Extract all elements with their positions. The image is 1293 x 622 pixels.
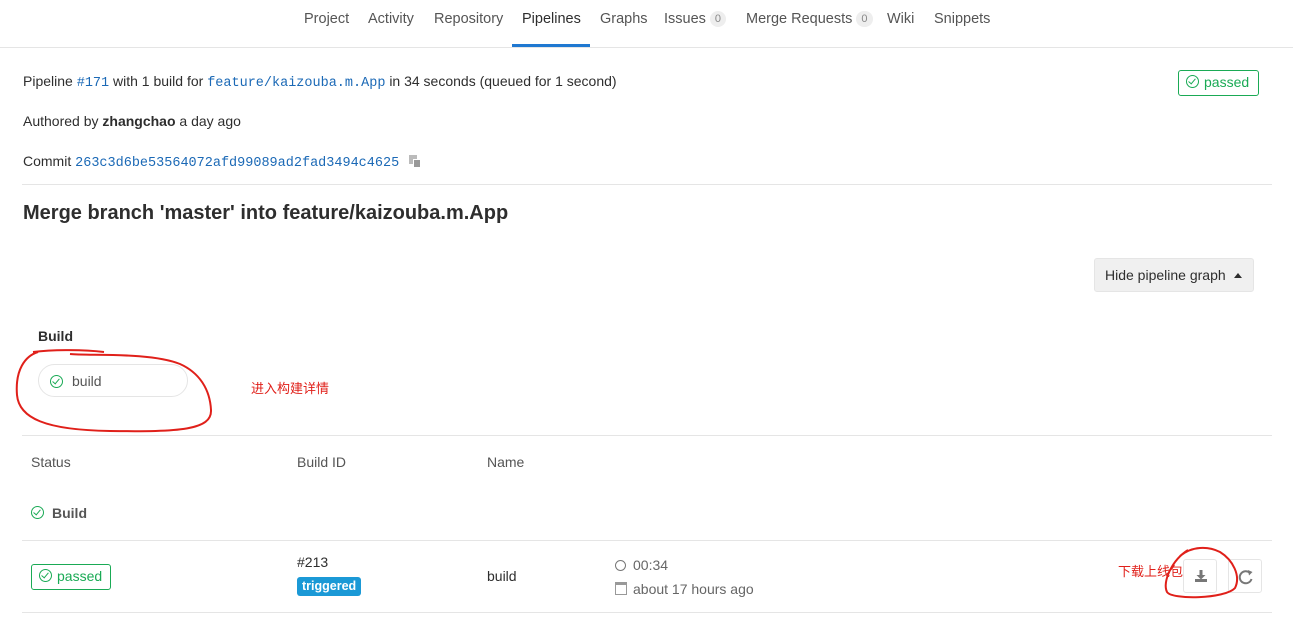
column-header-build-id: Build ID [297,454,347,470]
divider [22,540,1272,541]
check-circle-icon [39,569,52,582]
hide-pipeline-graph-button[interactable]: Hide pipeline graph [1094,258,1254,292]
build-id-link[interactable]: #213 [297,554,328,570]
author-name-link[interactable]: zhangchao [102,113,175,129]
nav-tab-merge-requests[interactable]: Merge Requests 0 [746,11,873,27]
divider [22,612,1272,613]
check-circle-icon [1186,75,1199,88]
nav-tab-pipelines[interactable]: Pipelines [522,11,581,27]
nav-tab-project[interactable]: Project [304,11,349,27]
commit-title: Merge branch 'master' into feature/kaizo… [23,202,509,224]
stage-title: Build [38,328,73,344]
author-prefix: Authored by [23,113,99,129]
stage-row: Build [31,505,87,521]
timer-icon [615,560,626,571]
author-time: a day ago [179,113,241,129]
nav-tab-repository[interactable]: Repository [434,11,503,27]
build-status-badge[interactable]: passed [31,564,112,590]
nav-tab-wiki[interactable]: Wiki [887,11,914,27]
build-finished: about 17 hours ago [615,581,754,597]
check-circle-icon [50,375,63,388]
nav-tab-merge-requests-label: Merge Requests [746,11,853,27]
nav-tab-activity[interactable]: Activity [368,11,414,27]
project-nav: Project Activity Repository Pipelines Gr… [0,0,1293,48]
commit-prefix: Commit [23,153,72,169]
nav-tab-snippets[interactable]: Snippets [934,11,990,27]
nav-tab-graphs[interactable]: Graphs [600,11,648,27]
hide-pipeline-graph-label: Hide pipeline graph [1105,267,1226,283]
active-tab-indicator [512,44,590,47]
retry-icon [1238,570,1253,585]
build-status-label: passed [57,568,103,584]
pipeline-prefix: Pipeline [23,73,73,89]
download-artifacts-button[interactable] [1183,559,1217,593]
build-duration-value: 00:34 [633,557,669,573]
copy-icon[interactable] [409,155,422,168]
branch-link[interactable]: feature/kaizouba.m.App [207,76,385,91]
triggered-badge: triggered [297,577,362,596]
build-name-link[interactable]: build [487,568,517,584]
nav-tab-issues-label: Issues [664,11,706,27]
annotation-marks [15,349,1239,599]
caret-up-icon [1233,273,1242,278]
pipeline-status-badge[interactable]: passed [1178,70,1260,96]
commit-line: Commit 263c3d6be53564072afd99089ad2fad34… [23,153,422,171]
stage-row-label: Build [52,505,87,521]
pipeline-duration: in 34 seconds (queued for 1 second) [389,73,617,89]
column-header-name: Name [487,454,525,470]
graph-job-build[interactable]: build [38,364,188,397]
merge-requests-count-badge: 0 [856,11,873,27]
annotation-underline-build [32,349,105,353]
pipeline-summary: Pipeline #171 with 1 build for feature/k… [23,73,617,91]
calendar-icon [615,582,627,595]
check-circle-icon [31,506,44,519]
annotation-download-package: 下载上线包 [1118,564,1184,579]
build-duration: 00:34 [615,557,668,573]
column-header-status: Status [31,454,71,470]
pipeline-with-text: with 1 build for [113,73,204,89]
issues-count-badge: 0 [709,11,727,27]
download-icon [1195,570,1207,582]
build-finished-value: about 17 hours ago [633,581,754,597]
nav-tab-issues[interactable]: Issues 0 [664,11,727,27]
divider [22,435,1272,436]
pipeline-id-link[interactable]: #171 [77,76,109,91]
divider [22,184,1272,185]
retry-build-button[interactable] [1228,559,1262,593]
commit-sha-link[interactable]: 263c3d6be53564072afd99089ad2fad3494c4625 [75,156,399,171]
pipeline-status-label: passed [1204,74,1250,90]
author-line: Authored by zhangchao a day ago [23,113,241,129]
annotation-enter-details: 进入构建详情 [251,381,330,396]
graph-job-name: build [72,373,102,389]
